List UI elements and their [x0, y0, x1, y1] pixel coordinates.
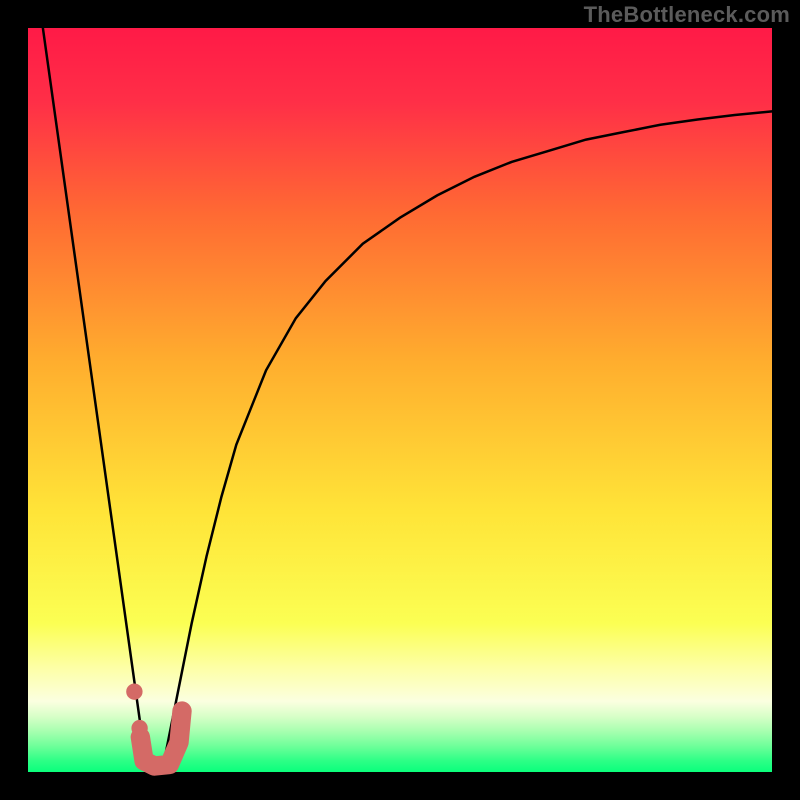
- marker-dot-lower: [131, 720, 147, 736]
- chart-container: TheBottleneck.com: [0, 0, 800, 800]
- chart-svg: [0, 0, 800, 800]
- watermark-text: TheBottleneck.com: [584, 2, 790, 28]
- marker-dot-upper: [126, 683, 142, 699]
- plot-background: [28, 28, 772, 772]
